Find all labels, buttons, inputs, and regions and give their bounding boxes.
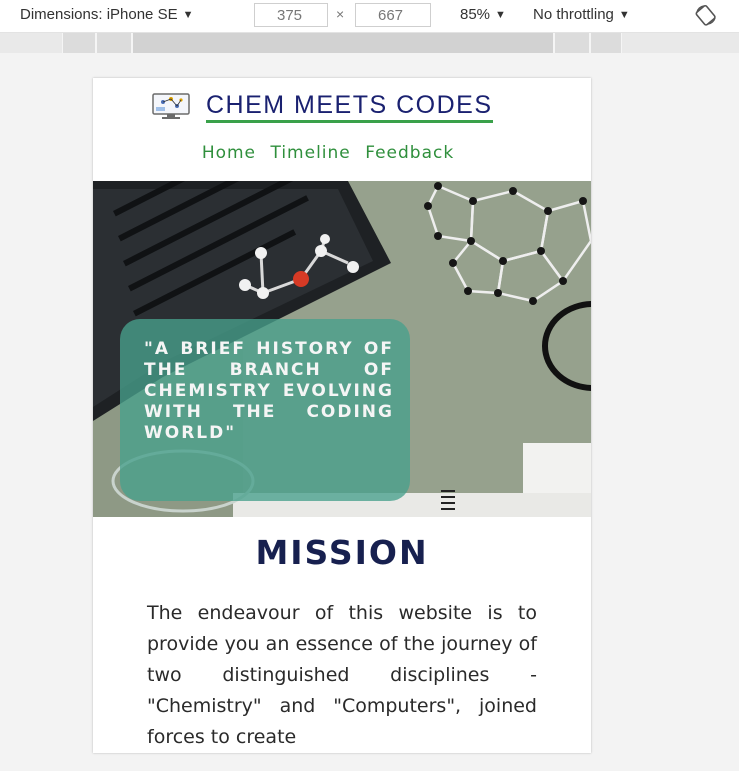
viewport-height-input[interactable]: 667	[355, 3, 431, 27]
ruler-segment[interactable]	[132, 33, 554, 53]
site-title-link[interactable]: CHEM MEETS CODES	[206, 90, 493, 123]
viewport-width-input[interactable]: 375	[254, 3, 328, 27]
nav-link-timeline[interactable]: Timeline	[270, 143, 350, 163]
nav-link-home[interactable]: Home	[202, 143, 256, 163]
zoom-label: 85%	[460, 6, 491, 23]
computer-molecule-icon[interactable]	[151, 92, 193, 120]
hero-quote-box: "A brief history of the branch of chemis…	[120, 319, 410, 501]
main-nav: Home Timeline Feedback	[93, 143, 563, 163]
hero-banner: "A brief history of the branch of chemis…	[93, 181, 591, 517]
rotate-icon[interactable]	[694, 4, 718, 26]
throttling-dropdown[interactable]: No throttling ▼	[533, 6, 630, 23]
hero-quote: "A brief history of the branch of chemis…	[144, 339, 394, 443]
ruler-segment[interactable]	[590, 33, 622, 53]
caret-down-icon: ▼	[618, 9, 630, 21]
device-dimensions-label: Dimensions: iPhone SE	[20, 6, 178, 23]
devtools-device-toolbar: Dimensions: iPhone SE ▼ 375 × 667 85% ▼ No…	[0, 0, 739, 33]
times-separator: ×	[336, 6, 345, 22]
mission-paragraph: The endeavour of this website is to prov…	[147, 602, 537, 748]
media-query-ruler[interactable]	[0, 33, 739, 53]
device-dimensions-dropdown[interactable]: Dimensions: iPhone SE ▼	[20, 6, 193, 23]
caret-down-icon: ▼	[495, 9, 506, 21]
nav-link-feedback[interactable]: Feedback	[365, 143, 454, 163]
mission-heading: MISSION	[255, 533, 429, 572]
throttling-label: No throttling	[533, 6, 614, 23]
ruler-segment[interactable]	[96, 33, 132, 53]
ruler-segment[interactable]	[554, 33, 590, 53]
ruler-segment[interactable]	[62, 33, 96, 53]
zoom-dropdown[interactable]: 85% ▼	[460, 6, 506, 23]
caret-down-icon: ▼	[182, 9, 194, 21]
device-viewport: CHEM MEETS CODES Home Timeline Feedback	[93, 78, 591, 753]
